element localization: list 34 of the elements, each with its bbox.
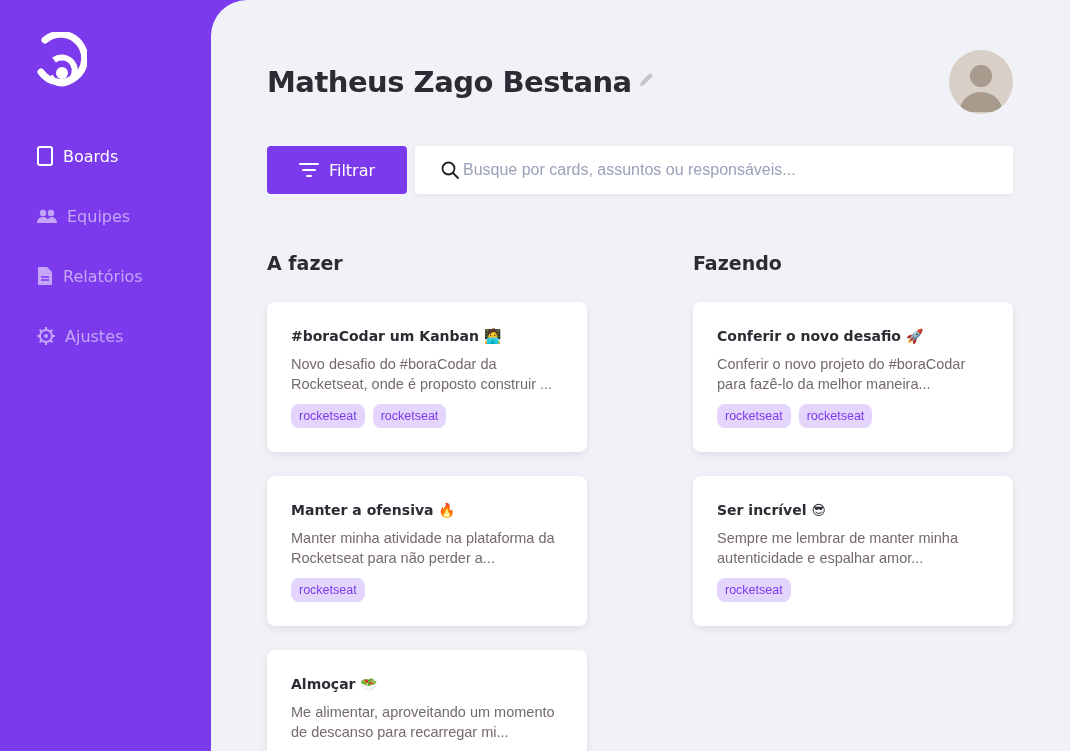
column-title: A fazer <box>267 252 344 274</box>
people-icon <box>37 208 57 224</box>
tag: rocketseat <box>717 578 791 602</box>
task-card[interactable]: Almoçar 🥗 Me alimentar, aproveitando um momento de descanso para recarregar mi... <box>267 650 587 751</box>
card-description: Manter minha atividade na plataforma da Rocketseat para não perder a... <box>291 529 556 568</box>
tag: rocketseat <box>717 404 791 428</box>
card-title: Ser incrível 😎 <box>717 502 827 518</box>
task-card[interactable]: Manter a ofensiva 🔥 Manter minha atividade na plataforma da Rocketseat para não perder a... rocketseat <box>267 476 587 626</box>
filter-icon <box>298 163 319 177</box>
logo-icon <box>37 32 87 88</box>
card-description: Me alimentar, aproveitando um momento de descanso para recarregar mi... <box>291 703 556 742</box>
tag: rocketseat <box>291 404 365 428</box>
task-card[interactable]: #boraCodar um Kanban 🧑‍💻 Novo desafio do #boraCodar da Rocketseat, onde é proposto construir ... rocketseat rocketseat <box>267 302 587 452</box>
card-title: #boraCodar um Kanban 🧑‍💻 <box>291 328 502 344</box>
card-description: Novo desafio do #boraCodar da Rocketseat, onde é proposto construir ... <box>291 355 554 394</box>
card-title: Manter a ofensiva 🔥 <box>291 502 457 518</box>
task-card[interactable]: Ser incrível 😎 Sempre me lembrar de manter minha autenticidade e espalhar amor... rocketseat <box>693 476 1013 626</box>
sidebar-item[interactable]: Boards <box>37 144 211 168</box>
column-title: Fazendo <box>693 252 783 274</box>
card-description: Sempre me lembrar de manter minha autenticidade e espalhar amor... <box>717 529 959 568</box>
filter-button[interactable]: Filtrar <box>267 146 407 194</box>
task-card[interactable]: Conferir o novo desafio 🚀 Conferir o novo projeto do #boraCodar para fazê-lo da melhor maneira... rocketseat rocketseat <box>693 302 1013 452</box>
tag: rocketseat <box>798 404 873 428</box>
card-title: Conferir o novo desafio 🚀 <box>717 328 924 344</box>
pencil-icon[interactable] <box>637 70 656 88</box>
gear-icon <box>37 327 55 345</box>
page-title: Matheus Zago Bestana <box>267 65 632 99</box>
tag: rocketseat <box>291 578 365 602</box>
card-description: Conferir o novo projeto do #boraCodar para fazê-lo da melhor maneira... <box>717 355 967 394</box>
search-field[interactable]: Busque por cards, assuntos ou responsáveis... <box>415 146 1013 194</box>
document-icon <box>37 266 53 286</box>
card-title: Almoçar 🥗 <box>291 676 379 692</box>
tag: rocketseat <box>372 404 447 428</box>
board-icon <box>37 146 53 166</box>
